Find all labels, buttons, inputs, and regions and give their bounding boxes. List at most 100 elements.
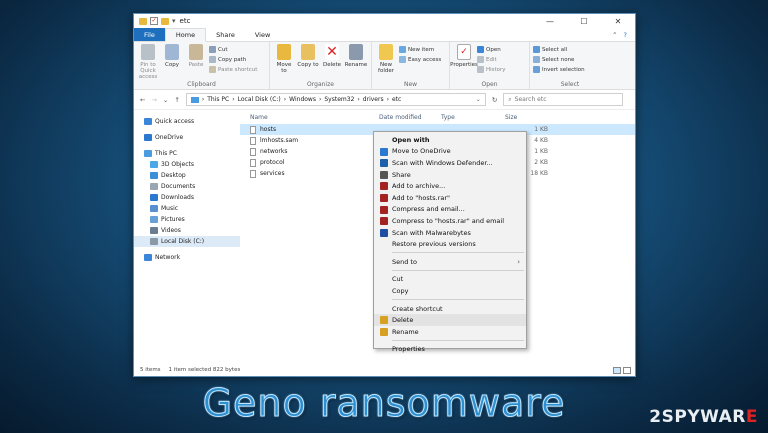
forward-icon[interactable]: → bbox=[151, 96, 156, 104]
menu-item-cut[interactable]: Cut bbox=[374, 274, 526, 286]
tab-view[interactable]: View bbox=[245, 28, 280, 41]
nav-documents[interactable]: Documents bbox=[134, 181, 240, 192]
new-folder-quick-icon[interactable] bbox=[161, 17, 169, 25]
collapse-ribbon-icon[interactable]: ⌃ bbox=[612, 31, 617, 39]
breadcrumb-this-pc[interactable]: This PC bbox=[207, 96, 229, 103]
properties-button[interactable]: ✓ Properties bbox=[450, 44, 478, 80]
refresh-icon[interactable]: ↻ bbox=[492, 96, 497, 104]
menu-item-send-to[interactable]: Send to › bbox=[374, 256, 526, 268]
history-button[interactable]: History bbox=[477, 65, 506, 74]
details-view-icon[interactable] bbox=[613, 366, 621, 374]
menu-item-add-to-archive[interactable]: Add to archive... bbox=[374, 180, 526, 192]
edit-button[interactable]: Edit bbox=[477, 55, 506, 64]
menu-separator bbox=[392, 252, 524, 254]
select-all-button[interactable]: Select all bbox=[533, 45, 585, 54]
help-icon[interactable]: ? bbox=[624, 31, 627, 39]
menu-item-label: Scan with Windows Defender... bbox=[392, 158, 493, 167]
rename-button[interactable]: Rename bbox=[345, 44, 367, 80]
menu-item-move-to-onedrive[interactable]: Move to OneDrive bbox=[374, 146, 526, 158]
new-folder-button[interactable]: New folder bbox=[375, 44, 397, 80]
easy-access-label: Easy access bbox=[408, 56, 442, 63]
customize-dropdown-icon[interactable]: ▾ bbox=[172, 17, 176, 25]
breadcrumb-local-disk[interactable]: Local Disk (C:) bbox=[238, 96, 281, 103]
nav-network[interactable]: Network bbox=[134, 252, 240, 263]
menu-item-scan-with-windows-defender[interactable]: Scan with Windows Defender... bbox=[374, 157, 526, 169]
open-button[interactable]: Open bbox=[477, 45, 506, 54]
nav-desktop[interactable]: Desktop bbox=[134, 170, 240, 181]
nav-quick-access[interactable]: Quick access bbox=[134, 116, 240, 127]
column-type[interactable]: Type bbox=[441, 114, 505, 121]
select-none-button[interactable]: Select none bbox=[533, 55, 585, 64]
menu-item-rename[interactable]: Rename bbox=[374, 326, 526, 338]
breadcrumb-sep-icon: › bbox=[201, 96, 205, 103]
cut-button[interactable]: Cut bbox=[209, 45, 257, 54]
delete-label: Delete bbox=[322, 62, 342, 68]
copy-to-button[interactable]: Copy to bbox=[297, 44, 319, 80]
menu-item-open-with[interactable]: Open with bbox=[374, 134, 526, 146]
menu-item-compress-and-email[interactable]: Compress and email... bbox=[374, 204, 526, 216]
close-button[interactable]: ✕ bbox=[601, 17, 635, 26]
column-headers: Name Date modified Type Size bbox=[240, 110, 635, 124]
nav-music[interactable]: Music bbox=[134, 203, 240, 214]
large-icons-view-icon[interactable] bbox=[623, 366, 631, 374]
menu-item-create-shortcut[interactable]: Create shortcut bbox=[374, 303, 526, 315]
easy-access-button[interactable]: Easy access bbox=[399, 55, 441, 64]
tab-home[interactable]: Home bbox=[164, 28, 207, 42]
add-to-hosts-rar-icon bbox=[380, 193, 388, 202]
pictures-icon bbox=[150, 216, 158, 223]
nav-this-pc[interactable]: This PC bbox=[134, 148, 240, 159]
tab-share[interactable]: Share bbox=[206, 28, 245, 41]
back-icon[interactable]: ← bbox=[140, 96, 145, 104]
nav-label: Pictures bbox=[161, 216, 185, 223]
menu-item-delete[interactable]: Delete bbox=[374, 314, 526, 326]
copy-button[interactable]: Copy bbox=[161, 44, 183, 80]
invert-selection-button[interactable]: Invert selection bbox=[533, 65, 585, 74]
pin-label: Pin to Quick access bbox=[138, 62, 158, 80]
menu-item-add-to-hosts-rar[interactable]: Add to "hosts.rar" bbox=[374, 192, 526, 204]
breadcrumb-sep-icon: › bbox=[386, 96, 389, 103]
delete-button[interactable]: ✕ Delete bbox=[321, 44, 343, 80]
nav-pictures[interactable]: Pictures bbox=[134, 214, 240, 225]
menu-item-scan-with-malwarebytes[interactable]: Scan with Malwarebytes bbox=[374, 227, 526, 239]
column-name[interactable]: Name bbox=[240, 114, 379, 121]
breadcrumb-sep-icon: › bbox=[232, 96, 235, 103]
address-dropdown-icon[interactable]: ⌄ bbox=[476, 96, 485, 103]
nav-3d-objects[interactable]: 3D Objects bbox=[134, 159, 240, 170]
paste-button[interactable]: Paste bbox=[185, 44, 207, 80]
breadcrumb-drivers[interactable]: drivers bbox=[363, 96, 384, 103]
search-input[interactable]: ⌕ Search etc bbox=[503, 93, 624, 106]
cloud-icon bbox=[144, 134, 152, 141]
new-item-button[interactable]: New item bbox=[399, 45, 441, 54]
menu-item-compress-to-hosts-rar-and-email[interactable]: Compress to "hosts.rar" and email bbox=[374, 215, 526, 227]
column-date-modified[interactable]: Date modified bbox=[379, 114, 441, 121]
copy-path-button[interactable]: Copy path bbox=[209, 55, 257, 64]
breadcrumb-system32[interactable]: System32 bbox=[324, 96, 354, 103]
address-bar[interactable]: › This PC › Local Disk (C:) › Windows › Sys… bbox=[185, 93, 486, 106]
menu-item-properties[interactable]: Properties bbox=[374, 344, 526, 356]
recent-locations-icon[interactable]: ⌄ bbox=[163, 96, 168, 104]
breadcrumb-windows[interactable]: Windows bbox=[289, 96, 316, 103]
nav-downloads[interactable]: Downloads bbox=[134, 192, 240, 203]
menu-item-share[interactable]: Share bbox=[374, 169, 526, 181]
nav-local-disk[interactable]: Local Disk (C:) bbox=[134, 236, 240, 247]
menu-item-label: Create shortcut bbox=[392, 304, 443, 313]
move-to-button[interactable]: Move to bbox=[273, 44, 295, 80]
pin-quick-access-button[interactable]: Pin to Quick access bbox=[137, 44, 159, 80]
pin-icon bbox=[141, 44, 155, 60]
minimize-button[interactable]: — bbox=[533, 17, 567, 26]
menu-item-restore-previous-versions[interactable]: Restore previous versions bbox=[374, 238, 526, 250]
maximize-button[interactable]: ☐ bbox=[567, 17, 601, 26]
nav-videos[interactable]: Videos bbox=[134, 225, 240, 236]
properties-quick-icon[interactable]: ✓ bbox=[150, 17, 158, 25]
breadcrumb-etc[interactable]: etc bbox=[392, 96, 401, 103]
menu-item-label: Properties bbox=[392, 345, 425, 354]
tab-file[interactable]: File bbox=[134, 28, 165, 41]
up-icon[interactable]: ↑ bbox=[174, 96, 179, 104]
delete-icon bbox=[380, 316, 388, 325]
column-size[interactable]: Size bbox=[505, 114, 535, 121]
clipboard-group-label: Clipboard bbox=[187, 81, 216, 88]
paste-shortcut-button[interactable]: Paste shortcut bbox=[209, 65, 257, 74]
nav-onedrive[interactable]: OneDrive bbox=[134, 132, 240, 143]
share-icon bbox=[380, 170, 388, 179]
menu-item-copy[interactable]: Copy bbox=[374, 285, 526, 297]
